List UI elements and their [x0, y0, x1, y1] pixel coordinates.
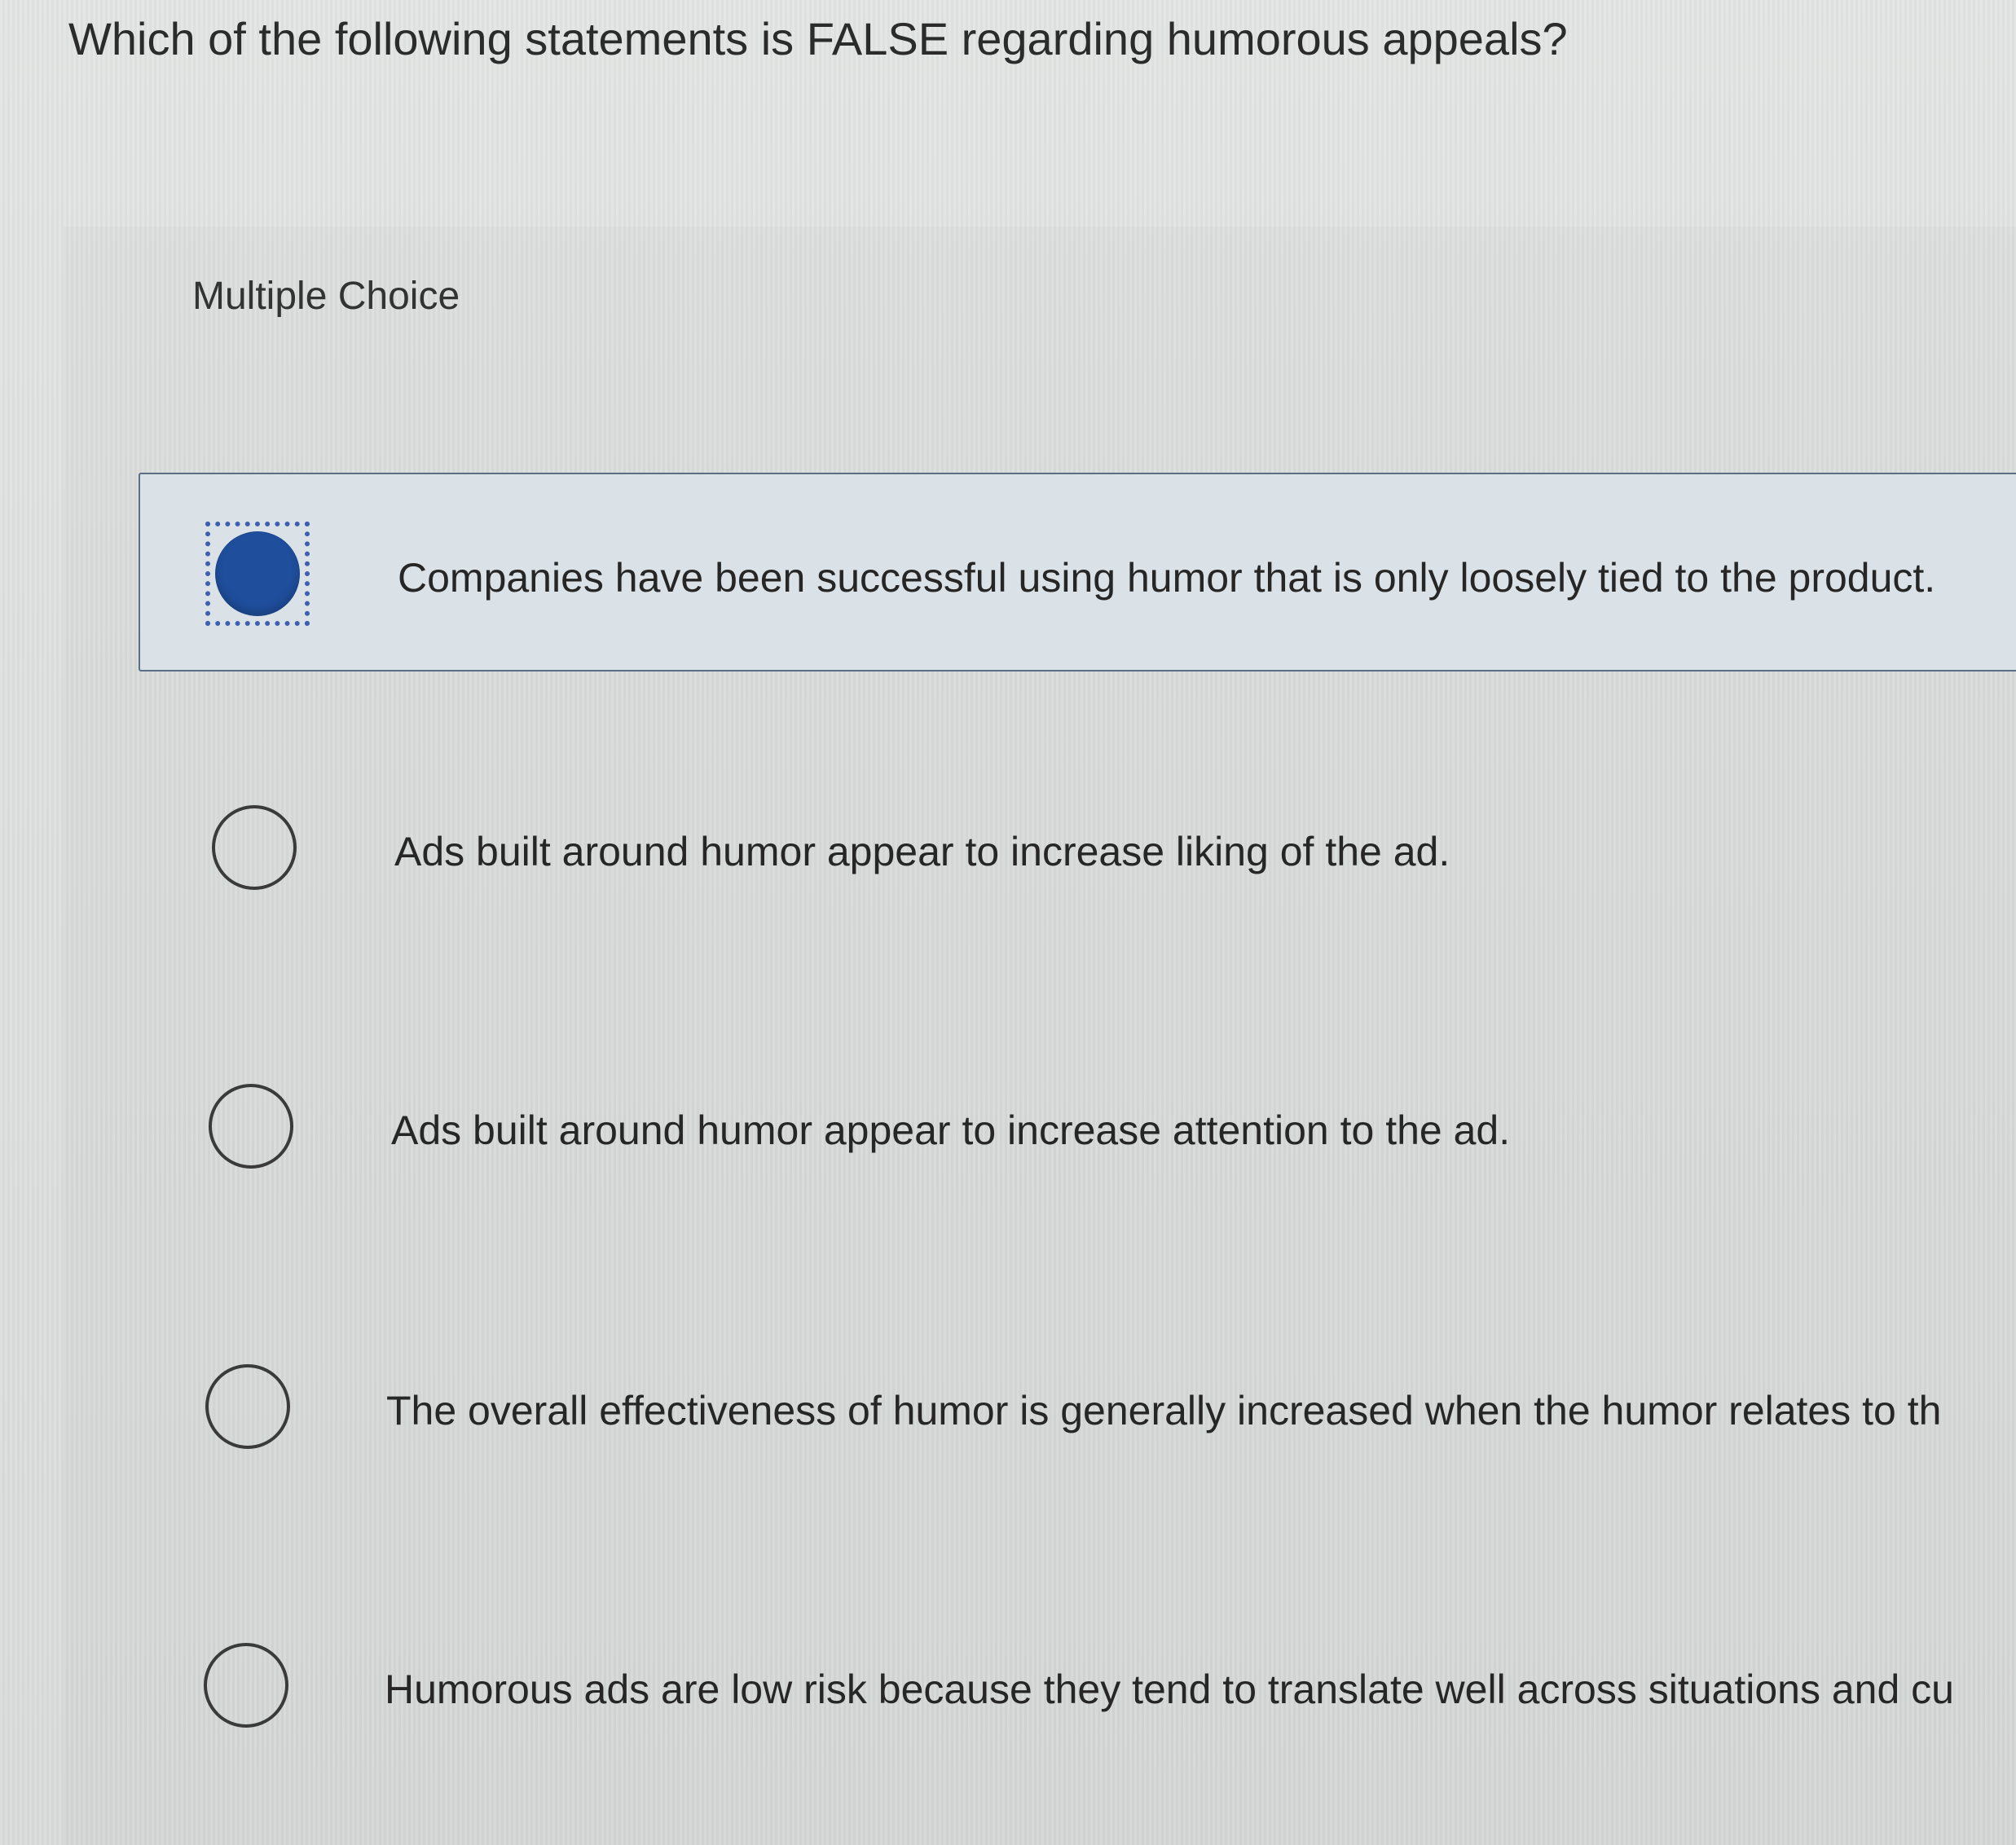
radio-button[interactable]: [205, 1364, 290, 1449]
option-3-text: Ads built around humor appear to increas…: [391, 1107, 1511, 1153]
option-4[interactable]: The overall effectiveness of humor is ge…: [139, 1307, 2016, 1503]
option-2-text: Ads built around humor appear to increas…: [394, 829, 1450, 874]
options-list: Companies have been successful using hum…: [0, 0, 2016, 1845]
option-5[interactable]: Humorous ads are low risk because they t…: [139, 1586, 2016, 1781]
option-5-text: Humorous ads are low risk because they t…: [385, 1667, 1954, 1712]
radio-button[interactable]: [212, 805, 297, 890]
radio-button[interactable]: [209, 1084, 293, 1169]
radio-button-selected[interactable]: [215, 531, 300, 616]
option-4-text: The overall effectiveness of humor is ge…: [386, 1388, 1942, 1433]
radio-button[interactable]: [204, 1643, 288, 1728]
option-1[interactable]: Companies have been successful using hum…: [139, 473, 2016, 672]
option-1-text: Companies have been successful using hum…: [398, 555, 1936, 601]
option-2[interactable]: Ads built around humor appear to increas…: [139, 750, 2016, 945]
option-3[interactable]: Ads built around humor appear to increas…: [139, 1028, 2016, 1224]
page: Which of the following statements is FAL…: [0, 0, 2016, 1845]
